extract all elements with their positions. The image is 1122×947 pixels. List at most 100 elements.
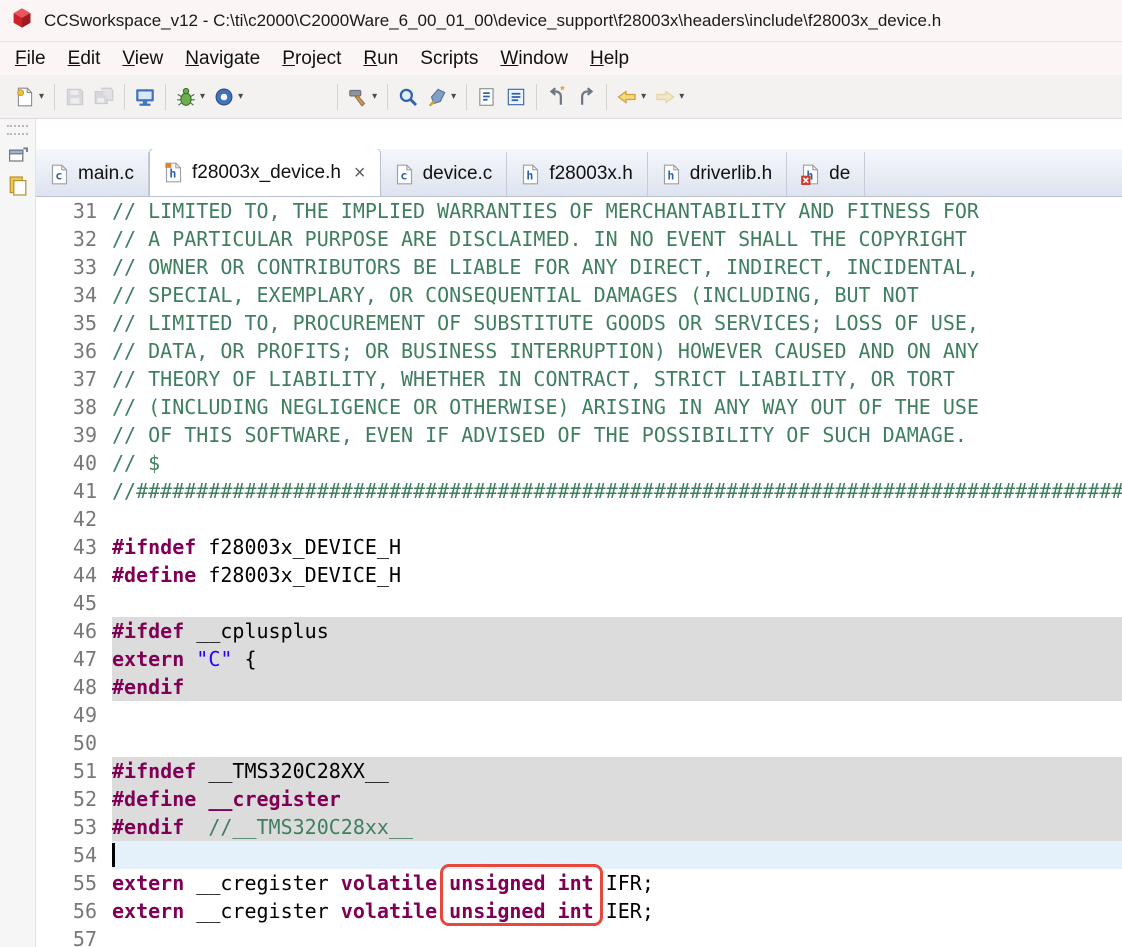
launch-button[interactable]: ▾ [211,83,246,111]
code-text[interactable]: #endif //__TMS320C28xx__ [112,813,1122,841]
menu-file[interactable]: File [4,46,57,72]
tab-driverlib-h[interactable]: h driverlib.h [648,152,788,196]
back-button[interactable]: ▾ [614,83,649,111]
code-text[interactable] [112,729,1122,757]
code-line-39: 39 // OF THIS SOFTWARE, EVEN IF ADVISED O… [36,421,1122,449]
code-line-47: 47 extern "C" { [36,645,1122,673]
menu-window[interactable]: Window [489,46,579,72]
code-text[interactable]: // OWNER OR CONTRIBUTORS BE LIABLE FOR A… [112,253,1122,281]
code-text[interactable]: #ifndef f28003x_DEVICE_H [112,533,1122,561]
line-number: 49 [72,703,97,727]
text-cursor [112,843,115,867]
code-text[interactable] [112,505,1122,533]
editor-tab-bar: c main.c h f28003x_device.h × c device.c h f2800… [36,149,1122,197]
code-text[interactable]: // $ [112,449,1122,477]
build-hammer-icon [347,86,369,108]
toolbar-group-6: ▾ [391,83,463,111]
code-editor[interactable]: 31 // LIMITED TO, THE IMPLIED WARRANTIES … [36,197,1122,947]
code-text[interactable]: // A PARTICULAR PURPOSE ARE DISCLAIMED. … [112,225,1122,253]
code-token: // A PARTICULAR PURPOSE ARE DISCLAIMED. … [112,227,967,251]
save-button[interactable] [62,83,88,111]
launch-dropdown-caret-icon[interactable]: ▾ [237,91,244,102]
file-palette-icon[interactable] [6,174,30,198]
menu-navigate[interactable]: Navigate [174,46,271,72]
svg-text:*: * [560,86,565,97]
code-line-55: 55 extern __cregister volatile unsigned i… [36,864,1122,926]
code-token: // OF THIS SOFTWARE, EVEN IF ADVISED OF … [112,423,967,447]
menu-view[interactable]: View [111,46,174,72]
menu-scripts[interactable]: Scripts [409,46,489,72]
launch-icon [213,86,235,108]
sidebar-grip[interactable] [7,125,28,135]
forward-dropdown-caret-icon[interactable]: ▾ [678,91,685,102]
back-icon [616,86,638,108]
target-console-button[interactable] [132,83,158,111]
code-text[interactable]: #define f28003x_DEVICE_H [112,561,1122,589]
code-text[interactable]: extern __cregister volatile unsigned int… [112,864,1122,926]
code-text[interactable]: #define __cregister [112,785,1122,813]
build-hammer-dropdown-caret-icon[interactable]: ▾ [371,91,378,102]
code-token: "C" [196,647,233,671]
toolbar-separator [165,83,167,110]
code-text[interactable]: // LIMITED TO, PROCUREMENT OF SUBSTITUTE… [112,309,1122,337]
menu-help[interactable]: Help [579,46,640,72]
outline-view-button[interactable] [503,83,529,111]
menu-edit[interactable]: Edit [57,46,112,72]
restore-view-icon[interactable] [6,143,30,167]
tab-main-c[interactable]: c main.c [36,152,149,196]
menu-project[interactable]: Project [271,46,352,72]
code-text[interactable]: // DATA, OR PROFITS; OR BUSINESS INTERRU… [112,337,1122,365]
next-edit-location-button[interactable] [573,83,599,111]
line-number: 33 [72,255,97,279]
highlighter-button[interactable]: ▾ [424,83,459,111]
save-all-button[interactable] [91,83,117,111]
tab-device-c[interactable]: c device.c [381,152,508,196]
code-text[interactable]: // OF THIS SOFTWARE, EVEN IF ADVISED OF … [112,421,1122,449]
code-text[interactable] [112,841,1122,869]
menu-run[interactable]: Run [352,46,409,72]
highlighter-dropdown-caret-icon[interactable]: ▾ [450,91,457,102]
code-text[interactable]: // LIMITED TO, THE IMPLIED WARRANTIES OF… [112,197,1122,225]
code-token: extern [112,899,185,923]
svg-text:h: h [169,167,176,181]
h-file-icon: h [801,164,820,185]
last-edit-location-button[interactable]: * [544,83,570,111]
code-text[interactable] [112,589,1122,617]
new-file-dropdown-caret-icon[interactable]: ▾ [38,91,45,102]
close-tab-icon[interactable]: × [354,163,366,183]
code-text[interactable]: // SPECIAL, EXEMPLARY, OR CONSEQUENTIAL … [112,281,1122,309]
code-text[interactable]: // (INCLUDING NEGLIGENCE OR OTHERWISE) A… [112,393,1122,421]
code-text[interactable]: //######################################… [112,477,1122,505]
code-line-43: 43 #ifndef f28003x_DEVICE_H [36,533,1122,561]
code-token: { [232,647,257,671]
toolbar-group-7 [470,83,533,111]
code-text[interactable] [112,925,1122,947]
tab-f28003x-device-h[interactable]: h f28003x_device.h × [148,149,381,196]
svg-text:c: c [55,168,62,182]
annotated-code-token: unsigned int [440,864,603,926]
code-token: #ifndef [112,535,197,559]
code-line-52: 52 #define __cregister [36,785,1122,813]
tab-f28003x-h[interactable]: h f28003x.h [507,152,648,196]
last-edit-location-icon: * [546,86,568,108]
code-text[interactable]: #ifndef __TMS320C28XX__ [112,757,1122,785]
new-file-button[interactable]: ▾ [12,83,47,111]
open-type-button[interactable] [474,83,500,111]
code-token: // SPECIAL, EXEMPLARY, OR CONSEQUENTIAL … [112,283,919,307]
code-text[interactable]: // THEORY OF LIABILITY, WHETHER IN CONTR… [112,365,1122,393]
back-dropdown-caret-icon[interactable]: ▾ [640,91,647,102]
code-text[interactable]: #ifdef __cplusplus [112,617,1122,645]
code-text[interactable]: extern "C" { [112,645,1122,673]
code-token: extern [112,647,185,671]
tab-de[interactable]: hde [787,152,866,196]
search-button[interactable] [395,83,421,111]
debug-button[interactable]: ▾ [173,83,208,111]
debug-dropdown-caret-icon[interactable]: ▾ [199,91,206,102]
code-text[interactable]: #endif [112,673,1122,701]
line-number: 40 [72,451,97,475]
code-text[interactable] [112,701,1122,729]
forward-button[interactable]: ▾ [652,83,687,111]
code-text[interactable]: extern __cregister volatile unsigned int… [112,897,1122,925]
build-hammer-button[interactable]: ▾ [345,83,380,111]
code-line-31: 31 // LIMITED TO, THE IMPLIED WARRANTIES … [36,197,1122,225]
